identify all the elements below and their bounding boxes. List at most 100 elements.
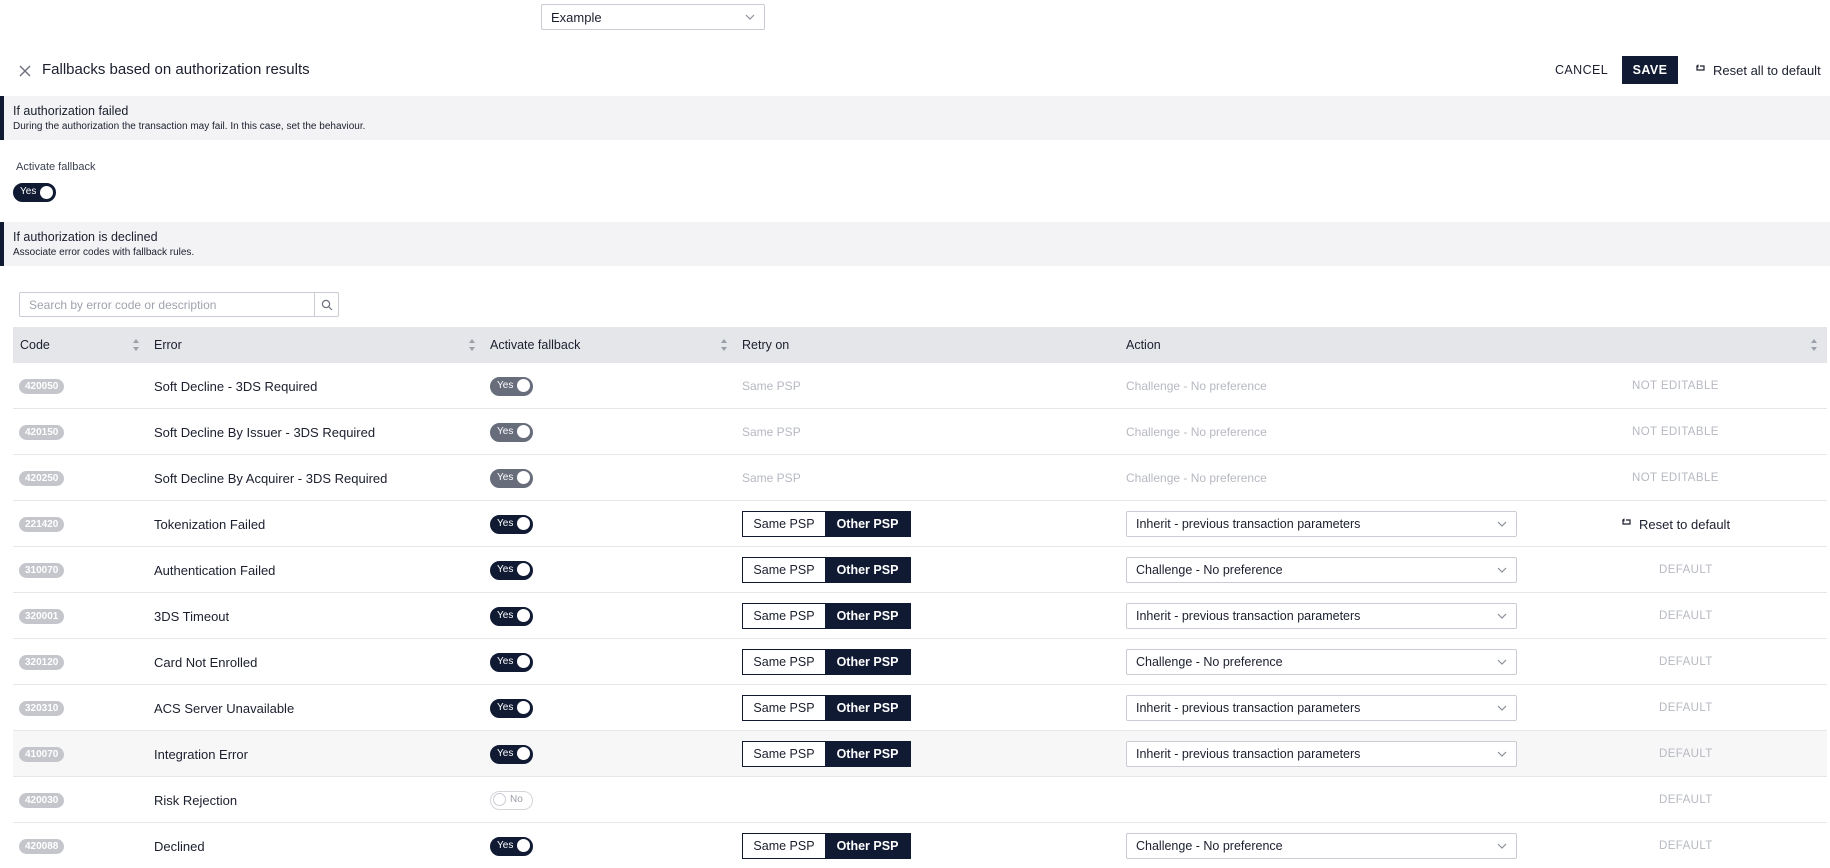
reset-icon (1696, 64, 1705, 71)
fallback-toggle[interactable]: Yes (490, 744, 533, 764)
fallback-toggle[interactable]: Yes (490, 468, 533, 488)
retry-other-psp-option[interactable]: Other PSP (825, 834, 910, 858)
toggle-knob (517, 701, 530, 714)
action-select[interactable]: Challenge - No preference (1126, 833, 1517, 859)
action-select[interactable]: Inherit - previous transaction parameter… (1126, 741, 1517, 767)
retry-same-psp-option[interactable]: Same PSP (743, 834, 825, 858)
retry-on-selector: Same PSP Other PSP (742, 833, 911, 859)
sort-icon[interactable] (1810, 337, 1818, 353)
code-badge: 221420 (19, 516, 65, 532)
action-select-value: Challenge - No preference (1136, 839, 1283, 853)
close-icon[interactable] (16, 62, 34, 80)
table-row: 320310 ACS Server Unavailable Yes Same P… (13, 685, 1827, 731)
toggle-knob (517, 839, 530, 852)
reset-to-default-label: Reset to default (1639, 516, 1731, 532)
retry-other-psp-option[interactable]: Other PSP (825, 696, 910, 720)
retry-on-selector: Same PSP Other PSP (742, 649, 911, 675)
status-text: NOT EDITABLE (1632, 472, 1719, 484)
fallback-toggle[interactable]: Yes (490, 376, 533, 396)
retry-same-psp-option[interactable]: Same PSP (743, 650, 825, 674)
fallback-toggle[interactable]: Yes (490, 514, 533, 534)
status-text: NOT EDITABLE (1632, 426, 1719, 438)
action-select[interactable]: Inherit - previous transaction parameter… (1126, 511, 1517, 537)
fallback-toggle[interactable]: Yes (490, 652, 533, 672)
sort-icon[interactable] (132, 337, 140, 353)
page-title: Fallbacks based on authorization results (42, 61, 310, 78)
reset-all-label: Reset all to default (1713, 62, 1821, 78)
toggle-label: Yes (497, 563, 514, 575)
toggle-knob (517, 563, 530, 576)
retry-same-psp-option[interactable]: Same PSP (743, 512, 825, 536)
fallback-toggle[interactable]: Yes (490, 606, 533, 626)
action-select-value: Inherit - previous transaction parameter… (1136, 609, 1361, 623)
code-badge: 420250 (19, 470, 65, 486)
retry-on-text: Same PSP (742, 471, 801, 485)
reset-all-button[interactable]: Reset all to default (1695, 57, 1821, 83)
toggle-knob (517, 609, 530, 622)
code-badge: 320310 (19, 700, 65, 716)
action-text: Challenge - No preference (1126, 379, 1267, 393)
retry-other-psp-option[interactable]: Other PSP (825, 604, 910, 628)
retry-same-psp-option[interactable]: Same PSP (743, 604, 825, 628)
column-header-error: Error (154, 338, 182, 352)
section-description: During the authorization the transaction… (13, 121, 366, 132)
reset-icon (1622, 518, 1631, 525)
table-row: 320001 3DS Timeout Yes Same PSP Other PSP… (13, 593, 1827, 639)
reset-to-default-button[interactable]: Reset to default (1621, 517, 1730, 532)
activate-fallback-label: Activate fallback (16, 161, 96, 173)
code-badge: 420088 (19, 838, 65, 854)
search-input[interactable] (20, 293, 314, 316)
toggle-knob (493, 793, 506, 806)
cancel-button[interactable]: CANCEL (1547, 56, 1616, 84)
retry-same-psp-option[interactable]: Same PSP (743, 558, 825, 582)
action-select[interactable]: Challenge - No preference (1126, 557, 1517, 583)
fallback-toggle[interactable]: Yes (490, 560, 533, 580)
status-text: DEFAULT (1659, 794, 1713, 806)
example-select-value: Example (551, 9, 602, 25)
action-select[interactable]: Inherit - previous transaction parameter… (1126, 603, 1517, 629)
retry-same-psp-option[interactable]: Same PSP (743, 696, 825, 720)
section-title: If authorization failed (13, 104, 129, 118)
fallback-toggle[interactable]: Yes (490, 422, 533, 442)
search-button[interactable] (314, 293, 338, 316)
retry-other-psp-option[interactable]: Other PSP (825, 650, 910, 674)
status-text: DEFAULT (1659, 748, 1713, 760)
action-select-value: Inherit - previous transaction parameter… (1136, 517, 1361, 531)
section-authorization-failed: If authorization failed During the autho… (0, 96, 1830, 140)
retry-on-selector: Same PSP Other PSP (742, 511, 911, 537)
fallback-toggle[interactable]: Yes (490, 698, 533, 718)
section-title: If authorization is declined (13, 230, 158, 244)
status-text: NOT EDITABLE (1632, 380, 1719, 392)
status-text: DEFAULT (1659, 564, 1713, 576)
fallback-toggle[interactable]: Yes (490, 836, 533, 856)
action-select-value: Challenge - No preference (1136, 655, 1283, 669)
toggle-label: Yes (497, 747, 514, 759)
table-row: 221420 Tokenization Failed Yes Same PSP O… (13, 501, 1827, 547)
retry-other-psp-option[interactable]: Other PSP (825, 742, 910, 766)
error-text: Risk Rejection (154, 792, 238, 808)
save-button[interactable]: SAVE (1622, 56, 1678, 84)
chevron-down-icon (1497, 843, 1507, 849)
activate-fallback-toggle[interactable]: Yes (13, 183, 56, 202)
table-row: 420150 Soft Decline By Issuer - 3DS Requ… (13, 409, 1827, 455)
retry-other-psp-option[interactable]: Other PSP (825, 512, 910, 536)
error-text: Authentication Failed (154, 562, 276, 578)
error-text: ACS Server Unavailable (154, 700, 295, 716)
retry-same-psp-option[interactable]: Same PSP (743, 742, 825, 766)
retry-other-psp-option[interactable]: Other PSP (825, 558, 910, 582)
error-text: Soft Decline - 3DS Required (154, 378, 318, 394)
action-select[interactable]: Challenge - No preference (1126, 649, 1517, 675)
sort-icon[interactable] (468, 337, 476, 353)
sort-icon[interactable] (720, 337, 728, 353)
chevron-down-icon (1497, 659, 1507, 665)
toggle-label: Yes (497, 425, 514, 437)
error-text: Soft Decline By Acquirer - 3DS Required (154, 470, 388, 486)
action-select[interactable]: Inherit - previous transaction parameter… (1126, 695, 1517, 721)
toggle-knob (517, 425, 530, 438)
fallback-toggle[interactable]: No (490, 790, 533, 810)
toggle-label: No (510, 793, 523, 805)
retry-on-text: Same PSP (742, 425, 801, 439)
search-icon (321, 299, 332, 310)
toggle-knob (517, 517, 530, 530)
example-select[interactable]: Example (541, 4, 765, 30)
